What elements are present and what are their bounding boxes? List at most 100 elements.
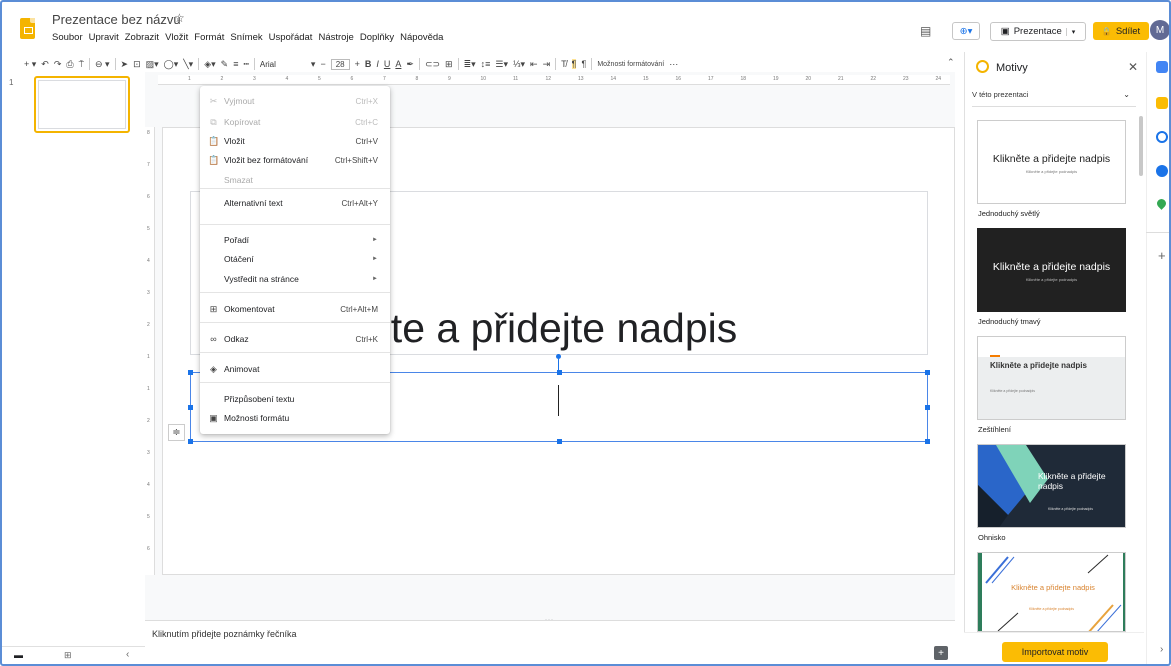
- select-icon[interactable]: ➤: [121, 59, 129, 70]
- resize-handle[interactable]: [188, 439, 193, 444]
- menu-help[interactable]: Nápověda: [400, 32, 443, 43]
- themes-source-dropdown[interactable]: V této prezentaci ⌄: [972, 90, 1136, 104]
- add-addon-icon[interactable]: +: [1158, 248, 1166, 263]
- line-spacing-icon[interactable]: ↕≡: [481, 59, 491, 69]
- bold-icon[interactable]: B: [365, 59, 372, 69]
- context-menu-item[interactable]: ⊞ Okomentovat Ctrl+Alt+M: [200, 302, 390, 316]
- import-theme-button[interactable]: Importovat motiv: [1002, 642, 1108, 662]
- shape-icon[interactable]: ◯▾: [164, 59, 179, 70]
- theme-streamline[interactable]: Klikněte a přidejte nadpis Klikněte a př…: [977, 336, 1126, 420]
- align-icon[interactable]: ≣▾: [464, 59, 476, 70]
- slides-logo-icon[interactable]: [20, 18, 35, 39]
- indent-less-icon[interactable]: ⇤: [530, 59, 538, 70]
- contacts-icon[interactable]: [1156, 165, 1168, 177]
- redo-icon[interactable]: ↷: [54, 59, 62, 70]
- context-menu-item[interactable]: Alternativní text Ctrl+Alt+Y: [200, 196, 390, 210]
- font-family-select[interactable]: Arial: [260, 60, 276, 69]
- context-menu-item[interactable]: ⧉ Kopírovat Ctrl+C: [200, 115, 390, 129]
- theme-shift[interactable]: Klikněte a přidejte nadpis Klikněte a př…: [977, 552, 1126, 632]
- meet-button[interactable]: ⊕▾: [952, 22, 980, 40]
- font-size-input[interactable]: 28: [330, 58, 350, 70]
- resize-handle[interactable]: [925, 405, 930, 410]
- rotate-handle[interactable]: [556, 354, 561, 359]
- expand-rail-icon[interactable]: ›: [1160, 644, 1163, 655]
- context-menu-item[interactable]: Otáčení ►: [200, 252, 390, 266]
- zoom-icon[interactable]: ⊖ ▾: [95, 59, 110, 70]
- horizontal-ruler[interactable]: 1 2 3 4 5 6 7 8 9 10 11 12 13 14 15 16 17 18 19 20 21 22 23 24: [158, 75, 950, 85]
- resize-handle[interactable]: [925, 370, 930, 375]
- context-menu-item[interactable]: ▣ Možnosti formátu: [200, 411, 390, 425]
- image-icon[interactable]: ▨▾: [146, 59, 159, 70]
- grid-view-icon[interactable]: ⊞: [64, 650, 72, 661]
- ltr-icon[interactable]: ¶: [571, 59, 577, 69]
- indent-more-icon[interactable]: ⇥: [543, 59, 551, 70]
- menu-addons[interactable]: Doplňky: [360, 32, 394, 43]
- context-menu-item[interactable]: Přizpůsobení textu: [200, 392, 390, 406]
- menu-insert[interactable]: Vložit: [165, 32, 188, 43]
- more-icon[interactable]: ⋯: [669, 59, 678, 70]
- menu-edit[interactable]: Upravit: [89, 32, 119, 43]
- menu-format[interactable]: Formát: [194, 32, 224, 43]
- themes-scrollbar[interactable]: [1139, 116, 1143, 176]
- line-icon[interactable]: ╲▾: [183, 59, 193, 70]
- collapse-toolbar-icon[interactable]: ⌃: [947, 57, 955, 68]
- resize-handle[interactable]: [188, 405, 193, 410]
- border-dash-icon[interactable]: ┅: [243, 59, 248, 70]
- filmstrip-view-icon[interactable]: ▬: [14, 650, 23, 660]
- theme-focus[interactable]: Klikněte a přidejte nadpis Klikněte a př…: [977, 444, 1126, 528]
- chevron-down-icon[interactable]: ▾: [311, 59, 316, 70]
- fill-color-icon[interactable]: ◈▾: [204, 59, 215, 70]
- underline-icon[interactable]: U: [384, 59, 391, 69]
- speaker-notes-placeholder[interactable]: Kliknutím přidejte poznámky řečníka: [152, 629, 297, 639]
- print-icon[interactable]: ⎙: [66, 59, 73, 70]
- clear-format-icon[interactable]: T̸: [561, 59, 567, 69]
- comments-icon[interactable]: ▤: [920, 24, 931, 38]
- italic-icon[interactable]: I: [376, 59, 379, 69]
- bullet-list-icon[interactable]: ☰▾: [495, 59, 508, 70]
- undo-icon[interactable]: ↶: [41, 59, 49, 70]
- paint-format-icon[interactable]: ⍑: [79, 59, 84, 70]
- resize-handle[interactable]: [188, 370, 193, 375]
- theme-simple-light[interactable]: Klikněte a přidejte nadpis Klikněte a př…: [977, 120, 1126, 204]
- context-menu-item[interactable]: ✂ Vyjmout Ctrl+X: [200, 94, 390, 108]
- slide-title-text[interactable]: ete a přidejte nadpis: [368, 305, 737, 352]
- numbered-list-icon[interactable]: ⅓▾: [513, 59, 525, 70]
- menu-view[interactable]: Zobrazit: [125, 32, 159, 43]
- format-options-button[interactable]: Možnosti formátování: [597, 61, 664, 68]
- comment-icon[interactable]: ⊞: [445, 59, 453, 70]
- speaker-notes[interactable]: [145, 620, 955, 666]
- document-title[interactable]: Prezentace bez názvu: [52, 12, 181, 27]
- new-slide-icon[interactable]: + ▾: [24, 59, 36, 70]
- vertical-ruler[interactable]: 8 7 6 5 4 3 2 1 1 2 3 4 5 6: [145, 127, 155, 575]
- star-icon[interactable]: ☆: [174, 11, 185, 25]
- link-icon[interactable]: ⊂⊃: [425, 59, 440, 70]
- context-menu-item[interactable]: ∞ Odkaz Ctrl+K: [200, 332, 390, 346]
- context-menu-item[interactable]: Smazat: [200, 173, 390, 187]
- tasks-icon[interactable]: [1156, 131, 1168, 143]
- collapse-panel-icon[interactable]: ‹: [126, 649, 129, 660]
- text-color-icon[interactable]: A: [395, 59, 401, 69]
- resize-handle[interactable]: [557, 439, 562, 444]
- avatar[interactable]: M: [1150, 20, 1170, 40]
- share-button[interactable]: 🔒 Sdílet: [1093, 22, 1149, 40]
- context-menu-item[interactable]: 📋 Vložit Ctrl+V: [200, 134, 390, 148]
- context-menu-item[interactable]: ◈ Animovat: [200, 362, 390, 376]
- context-menu-item[interactable]: 📋 Vložit bez formátování Ctrl+Shift+V: [200, 153, 390, 167]
- border-weight-icon[interactable]: ≡: [233, 59, 238, 69]
- font-increase-icon[interactable]: +: [355, 59, 360, 69]
- theme-simple-dark[interactable]: Klikněte a přidejte nadpis Klikněte a př…: [977, 228, 1126, 312]
- present-button[interactable]: ▣ Prezentace ▾: [990, 22, 1086, 41]
- menu-tools[interactable]: Nástroje: [318, 32, 353, 43]
- vertical-align-icon[interactable]: ≑: [168, 424, 185, 441]
- chevron-down-icon[interactable]: ▾: [1065, 27, 1075, 36]
- resize-handle[interactable]: [925, 439, 930, 444]
- menu-arrange[interactable]: Uspořádat: [269, 32, 313, 43]
- textbox-icon[interactable]: ⊡: [133, 59, 141, 70]
- resize-grip-icon[interactable]: ···: [545, 617, 554, 623]
- border-color-icon[interactable]: ✎: [221, 59, 229, 70]
- rtl-icon[interactable]: ¶: [581, 59, 586, 69]
- highlight-icon[interactable]: ✒: [406, 59, 414, 70]
- explore-icon[interactable]: +: [934, 646, 948, 660]
- menu-slide[interactable]: Snímek: [230, 32, 262, 43]
- context-menu-item[interactable]: Pořadí ►: [200, 233, 390, 247]
